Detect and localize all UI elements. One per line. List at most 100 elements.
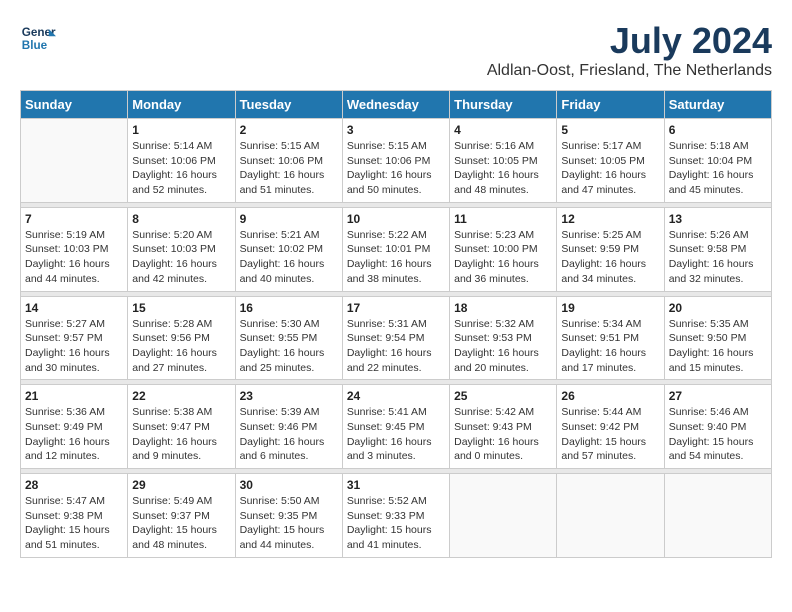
day-number: 1 (132, 123, 230, 137)
calendar-week-row: 14 Sunrise: 5:27 AM Sunset: 9:57 PM Dayli… (21, 296, 772, 380)
day-number: 7 (25, 212, 123, 226)
calendar-week-row: 1 Sunrise: 5:14 AM Sunset: 10:06 PM Dayli… (21, 119, 772, 203)
day-number: 27 (669, 389, 767, 403)
day-info: Sunrise: 5:42 AM Sunset: 9:43 PM Dayligh… (454, 405, 552, 464)
calendar-cell: 17 Sunrise: 5:31 AM Sunset: 9:54 PM Dayli… (342, 296, 449, 380)
weekday-header: Tuesday (235, 91, 342, 119)
day-info: Sunrise: 5:41 AM Sunset: 9:45 PM Dayligh… (347, 405, 445, 464)
calendar-cell: 19 Sunrise: 5:34 AM Sunset: 9:51 PM Dayli… (557, 296, 664, 380)
day-info: Sunrise: 5:27 AM Sunset: 9:57 PM Dayligh… (25, 317, 123, 376)
day-info: Sunrise: 5:19 AM Sunset: 10:03 PM Daylig… (25, 228, 123, 287)
calendar-cell: 13Sunrise: 5:26 AM Sunset: 9:58 PM Dayli… (664, 207, 771, 291)
day-info: Sunrise: 5:22 AM Sunset: 10:01 PM Daylig… (347, 228, 445, 287)
day-number: 30 (240, 478, 338, 492)
day-number: 23 (240, 389, 338, 403)
day-number: 25 (454, 389, 552, 403)
day-number: 16 (240, 301, 338, 315)
day-number: 31 (347, 478, 445, 492)
calendar-cell: 30 Sunrise: 5:50 AM Sunset: 9:35 PM Dayli… (235, 474, 342, 558)
calendar-cell: 2 Sunrise: 5:15 AM Sunset: 10:06 PM Dayli… (235, 119, 342, 203)
location-title: Aldlan-Oost, Friesland, The Netherlands (487, 62, 772, 80)
calendar-cell: 18Sunrise: 5:32 AM Sunset: 9:53 PM Dayli… (450, 296, 557, 380)
day-number: 4 (454, 123, 552, 137)
weekday-header: Monday (128, 91, 235, 119)
day-info: Sunrise: 5:26 AM Sunset: 9:58 PM Dayligh… (669, 228, 767, 287)
day-info: Sunrise: 5:28 AM Sunset: 9:56 PM Dayligh… (132, 317, 230, 376)
day-info: Sunrise: 5:17 AM Sunset: 10:05 PM Daylig… (561, 139, 659, 198)
logo-icon: General Blue (20, 20, 56, 56)
weekday-header: Friday (557, 91, 664, 119)
calendar-cell: 25 Sunrise: 5:42 AM Sunset: 9:43 PM Dayli… (450, 385, 557, 469)
day-info: Sunrise: 5:34 AM Sunset: 9:51 PM Dayligh… (561, 317, 659, 376)
day-info: Sunrise: 5:39 AM Sunset: 9:46 PM Dayligh… (240, 405, 338, 464)
day-info: Sunrise: 5:49 AM Sunset: 9:37 PM Dayligh… (132, 494, 230, 553)
day-number: 20 (669, 301, 767, 315)
day-info: Sunrise: 5:46 AM Sunset: 9:40 PM Dayligh… (669, 405, 767, 464)
day-number: 3 (347, 123, 445, 137)
day-number: 11 (454, 212, 552, 226)
day-number: 9 (240, 212, 338, 226)
weekday-header: Saturday (664, 91, 771, 119)
calendar-cell: 5 Sunrise: 5:17 AM Sunset: 10:05 PM Dayli… (557, 119, 664, 203)
day-info: Sunrise: 5:50 AM Sunset: 9:35 PM Dayligh… (240, 494, 338, 553)
day-info: Sunrise: 5:20 AM Sunset: 10:03 PM Daylig… (132, 228, 230, 287)
calendar-cell: 27 Sunrise: 5:46 AM Sunset: 9:40 PM Dayli… (664, 385, 771, 469)
day-info: Sunrise: 5:14 AM Sunset: 10:06 PM Daylig… (132, 139, 230, 198)
calendar-cell: 7 Sunrise: 5:19 AM Sunset: 10:03 PM Dayli… (21, 207, 128, 291)
calendar-cell (557, 474, 664, 558)
day-number: 17 (347, 301, 445, 315)
calendar-cell: 14 Sunrise: 5:27 AM Sunset: 9:57 PM Dayli… (21, 296, 128, 380)
day-number: 10 (347, 212, 445, 226)
calendar-cell (664, 474, 771, 558)
page-header: General Blue July 2024 Aldlan-Oost, Frie… (20, 20, 772, 80)
calendar-week-row: 21Sunrise: 5:36 AM Sunset: 9:49 PM Dayli… (21, 385, 772, 469)
day-number: 12 (561, 212, 659, 226)
day-info: Sunrise: 5:18 AM Sunset: 10:04 PM Daylig… (669, 139, 767, 198)
day-info: Sunrise: 5:15 AM Sunset: 10:06 PM Daylig… (240, 139, 338, 198)
calendar-cell: 31 Sunrise: 5:52 AM Sunset: 9:33 PM Dayli… (342, 474, 449, 558)
day-number: 21 (25, 389, 123, 403)
calendar-cell: 12 Sunrise: 5:25 AM Sunset: 9:59 PM Dayli… (557, 207, 664, 291)
weekday-header: Thursday (450, 91, 557, 119)
day-info: Sunrise: 5:52 AM Sunset: 9:33 PM Dayligh… (347, 494, 445, 553)
day-info: Sunrise: 5:23 AM Sunset: 10:00 PM Daylig… (454, 228, 552, 287)
calendar-cell: 26Sunrise: 5:44 AM Sunset: 9:42 PM Dayli… (557, 385, 664, 469)
day-number: 19 (561, 301, 659, 315)
calendar-cell: 15 Sunrise: 5:28 AM Sunset: 9:56 PM Dayli… (128, 296, 235, 380)
calendar-cell: 23 Sunrise: 5:39 AM Sunset: 9:46 PM Dayli… (235, 385, 342, 469)
calendar-cell: 9Sunrise: 5:21 AM Sunset: 10:02 PM Dayli… (235, 207, 342, 291)
calendar-week-row: 28 Sunrise: 5:47 AM Sunset: 9:38 PM Dayli… (21, 474, 772, 558)
calendar-cell: 8 Sunrise: 5:20 AM Sunset: 10:03 PM Dayli… (128, 207, 235, 291)
day-info: Sunrise: 5:15 AM Sunset: 10:06 PM Daylig… (347, 139, 445, 198)
weekday-header: Wednesday (342, 91, 449, 119)
day-number: 5 (561, 123, 659, 137)
calendar-cell: 16 Sunrise: 5:30 AM Sunset: 9:55 PM Dayli… (235, 296, 342, 380)
calendar-cell: 11 Sunrise: 5:23 AM Sunset: 10:00 PM Dayl… (450, 207, 557, 291)
day-number: 18 (454, 301, 552, 315)
calendar-cell (450, 474, 557, 558)
day-number: 26 (561, 389, 659, 403)
calendar-week-row: 7 Sunrise: 5:19 AM Sunset: 10:03 PM Dayli… (21, 207, 772, 291)
svg-text:Blue: Blue (22, 39, 48, 52)
calendar-cell: 6Sunrise: 5:18 AM Sunset: 10:04 PM Dayli… (664, 119, 771, 203)
day-number: 8 (132, 212, 230, 226)
day-info: Sunrise: 5:38 AM Sunset: 9:47 PM Dayligh… (132, 405, 230, 464)
logo: General Blue (20, 20, 56, 56)
day-number: 14 (25, 301, 123, 315)
calendar-table: SundayMondayTuesdayWednesdayThursdayFrid… (20, 90, 772, 558)
day-info: Sunrise: 5:30 AM Sunset: 9:55 PM Dayligh… (240, 317, 338, 376)
calendar-cell: 20 Sunrise: 5:35 AM Sunset: 9:50 PM Dayli… (664, 296, 771, 380)
day-info: Sunrise: 5:47 AM Sunset: 9:38 PM Dayligh… (25, 494, 123, 553)
calendar-cell: 4 Sunrise: 5:16 AM Sunset: 10:05 PM Dayli… (450, 119, 557, 203)
calendar-cell: 28 Sunrise: 5:47 AM Sunset: 9:38 PM Dayli… (21, 474, 128, 558)
day-number: 2 (240, 123, 338, 137)
calendar-cell: 21Sunrise: 5:36 AM Sunset: 9:49 PM Dayli… (21, 385, 128, 469)
day-info: Sunrise: 5:25 AM Sunset: 9:59 PM Dayligh… (561, 228, 659, 287)
day-info: Sunrise: 5:31 AM Sunset: 9:54 PM Dayligh… (347, 317, 445, 376)
day-info: Sunrise: 5:16 AM Sunset: 10:05 PM Daylig… (454, 139, 552, 198)
day-info: Sunrise: 5:35 AM Sunset: 9:50 PM Dayligh… (669, 317, 767, 376)
day-number: 15 (132, 301, 230, 315)
calendar-cell: 24Sunrise: 5:41 AM Sunset: 9:45 PM Dayli… (342, 385, 449, 469)
day-number: 28 (25, 478, 123, 492)
month-title: July 2024 (487, 20, 772, 62)
